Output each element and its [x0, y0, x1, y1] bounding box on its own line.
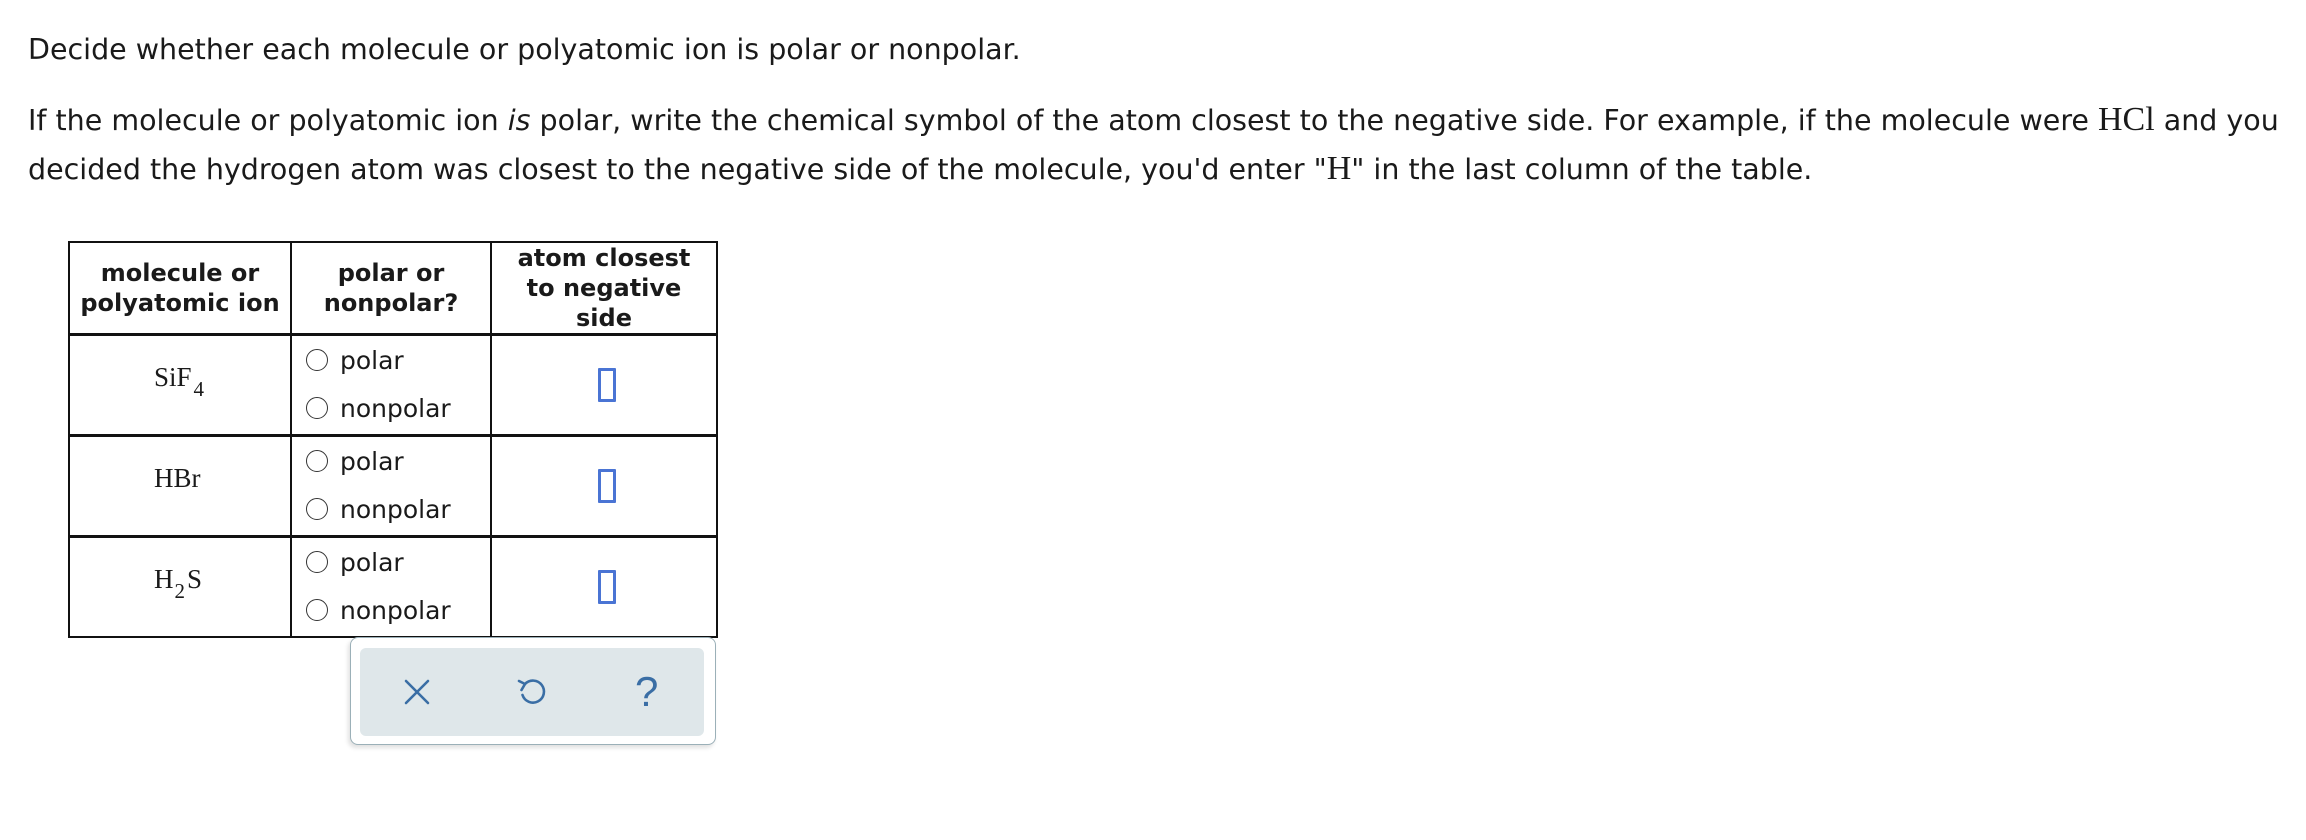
table-row: SiF4 polar nonpolar	[68, 333, 718, 437]
atom-answer-input[interactable]	[598, 469, 616, 503]
radio-button[interactable]	[306, 599, 328, 621]
option-label: nonpolar	[340, 494, 451, 524]
atom-answer-input[interactable]	[598, 368, 616, 402]
header-polarity: polar or nonpolar?	[290, 241, 492, 336]
option-polar[interactable]: polar	[292, 437, 490, 485]
radio-button[interactable]	[306, 551, 328, 573]
polarity-options: polar nonpolar	[290, 535, 492, 638]
option-nonpolar[interactable]: nonpolar	[292, 586, 490, 634]
instruction-emphasis: is	[507, 104, 531, 137]
answer-cell	[490, 434, 718, 538]
formula-main: HBr	[154, 463, 201, 493]
atom-answer-input[interactable]	[598, 570, 616, 604]
molecule-cell: HBr	[68, 434, 292, 538]
polarity-options: polar nonpolar	[290, 434, 492, 538]
header-atom: atom closest to negative side	[490, 241, 718, 336]
formula-subscript: 2	[174, 579, 186, 603]
toolbar-button-group: ?	[360, 648, 704, 736]
help-icon: ?	[634, 668, 659, 715]
molecule-formula: HBr	[154, 463, 201, 494]
polarity-options: polar nonpolar	[290, 333, 492, 437]
molecule-cell: H2S	[68, 535, 292, 638]
answer-cell	[490, 535, 718, 638]
undo-button[interactable]	[502, 662, 562, 722]
option-nonpolar[interactable]: nonpolar	[292, 485, 490, 533]
radio-button[interactable]	[306, 397, 328, 419]
molecule-cell: SiF4	[68, 333, 292, 437]
answer-toolbar: ?	[350, 637, 716, 745]
instruction-paragraph-2: If the molecule or polyatomic ion is pol…	[28, 96, 2288, 194]
instruction-text: polar, write the chemical symbol of the …	[530, 104, 2098, 137]
table-row: HBr polar nonpolar	[68, 434, 718, 538]
formula-main: SiF	[154, 362, 192, 392]
option-label: polar	[340, 547, 404, 577]
answer-cell	[490, 333, 718, 437]
instruction-line-1: Decide whether each molecule or polyatom…	[28, 33, 1021, 66]
option-label: polar	[340, 446, 404, 476]
undo-icon	[515, 675, 549, 709]
instruction-text: " in the last column of the table.	[1351, 153, 1813, 186]
formula-main: H	[154, 564, 174, 594]
molecule-formula: H2S	[154, 564, 203, 603]
header-row: molecule or polyatomic ion polar or nonp…	[68, 241, 718, 336]
option-polar[interactable]: polar	[292, 336, 490, 384]
help-button[interactable]: ?	[617, 662, 677, 722]
question-prompt: Decide whether each molecule or polyatom…	[28, 26, 2288, 194]
header-molecule: molecule or polyatomic ion	[68, 241, 292, 336]
molecule-formula: SiF4	[154, 362, 204, 401]
example-formula: HCl	[2098, 101, 2155, 138]
option-label: polar	[340, 345, 404, 375]
option-nonpolar[interactable]: nonpolar	[292, 384, 490, 432]
example-symbol: H	[1326, 150, 1352, 187]
formula-subscript: 4	[193, 377, 205, 401]
radio-button[interactable]	[306, 450, 328, 472]
table-row: H2S polar nonpolar	[68, 535, 718, 638]
instruction-text: If the molecule or polyatomic ion	[28, 104, 508, 137]
radio-button[interactable]	[306, 349, 328, 371]
option-polar[interactable]: polar	[292, 538, 490, 586]
radio-button[interactable]	[306, 498, 328, 520]
clear-button[interactable]	[387, 662, 447, 722]
formula-tail: S	[187, 564, 203, 594]
close-icon	[402, 677, 432, 707]
option-label: nonpolar	[340, 393, 451, 423]
option-label: nonpolar	[340, 595, 451, 625]
polarity-table: molecule or polyatomic ion polar or nonp…	[68, 241, 718, 638]
